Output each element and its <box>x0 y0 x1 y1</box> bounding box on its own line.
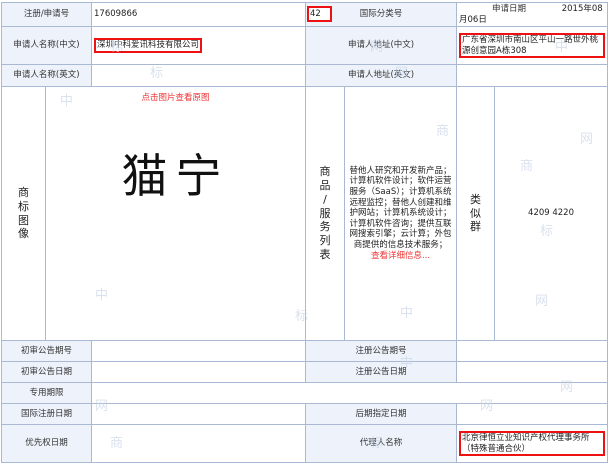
later-date-value <box>456 403 609 425</box>
trademark-detail-table: 注册/申请号 17609866 国际分类号 申请日期 2015年08月06日 申… <box>1 2 609 463</box>
mark-image-side-label: 商 标 图 像 <box>1 86 46 341</box>
exclusive-period-label: 专用期限 <box>1 382 92 404</box>
svc-side-char-5: 列 <box>319 234 331 248</box>
applicant-cn-value: 深圳中科爱讯科技有限公司 <box>94 38 203 53</box>
similar-group-value: 4209 4220 <box>494 86 609 341</box>
address-en-value <box>456 64 609 87</box>
priority-date-label: 优先权日期 <box>1 424 92 463</box>
similar-side-char-2: 群 <box>470 220 482 234</box>
view-details-link[interactable]: 查看详细信息... <box>347 251 454 262</box>
agent-value: 北京律恒立业知识产权代理事务所（特殊普通合伙） <box>459 430 606 457</box>
app-date-row: 申请日期 2015年08月06日 <box>456 2 609 27</box>
mark-image-cell[interactable]: 点击图片查看原图 猫宁 <box>45 86 306 341</box>
reg-pub-no-value <box>456 340 609 362</box>
prelim-no-label: 初审公告期号 <box>1 340 92 362</box>
intl-class-label-text: 国际分类号 <box>359 9 403 20</box>
intl-reg-date-value <box>91 403 306 425</box>
later-date-label: 后期指定日期 <box>304 403 458 425</box>
prelim-date-value <box>91 361 306 383</box>
services-list-cell: 替他人研究和开发新产品；计算机软件设计；软件运营服务（SaaS）；计算机系统远程… <box>343 86 458 341</box>
services-side-label: 商 品 / 服 务 列 表 <box>305 86 345 341</box>
reg-pub-date-label: 注册公告日期 <box>304 361 458 383</box>
services-list-text: 替他人研究和开发新产品；计算机软件设计；软件运营服务（SaaS）；计算机系统远程… <box>349 165 452 251</box>
reg-pub-date-value <box>456 361 609 383</box>
reg-no-label: 注册/申请号 <box>1 2 92 27</box>
svc-side-char-6: 表 <box>319 247 331 261</box>
applicant-cn-label: 申请人名称(中文) <box>1 26 92 65</box>
reg-no-value: 17609866 <box>91 2 306 27</box>
svc-side-char-1: 品 <box>319 179 331 193</box>
reg-pub-no-label: 注册公告期号 <box>304 340 458 362</box>
address-en-label: 申请人地址(英文) <box>304 64 458 87</box>
address-cn-value: 广东省深圳市南山区平山一路世外桃源创意园A栋308 <box>459 32 606 59</box>
similar-side-char-1: 似 <box>470 206 482 220</box>
svc-side-char-3: 服 <box>319 206 331 220</box>
exclusive-period-value <box>90 382 609 404</box>
agent-label: 代理人名称 <box>304 424 458 463</box>
similar-group-side-label: 类 似 群 <box>456 86 496 341</box>
trademark-image-text[interactable]: 猫宁 <box>48 148 303 206</box>
applicant-en-value <box>91 64 306 87</box>
intl-class-value: 42 <box>307 6 332 22</box>
mark-side-char-1: 标 <box>18 199 29 213</box>
priority-date-value <box>91 424 306 463</box>
mark-side-char-0: 商 <box>18 186 29 199</box>
address-cn-label: 申请人地址(中文) <box>304 26 458 65</box>
view-original-image-link[interactable]: 点击图片查看原图 <box>48 93 303 104</box>
svc-side-char-2: / <box>323 192 327 206</box>
svc-side-char-0: 商 <box>319 165 331 179</box>
mark-side-char-2: 图 <box>18 213 29 227</box>
intl-reg-date-label: 国际注册日期 <box>1 403 92 425</box>
mark-side-char-3: 像 <box>18 227 29 241</box>
agent-cell: 北京律恒立业知识产权代理事务所（特殊普通合伙） <box>456 424 609 463</box>
prelim-no-value <box>91 340 306 362</box>
address-cn-cell: 广东省深圳市南山区平山一路世外桃源创意园A栋308 <box>456 26 609 65</box>
similar-side-char-0: 类 <box>470 192 482 206</box>
prelim-date-label: 初审公告日期 <box>1 361 92 383</box>
svc-side-char-4: 务 <box>319 220 331 234</box>
app-date-label: 申请日期 <box>492 3 527 14</box>
applicant-cn-cell: 深圳中科爱讯科技有限公司 <box>91 26 306 65</box>
applicant-en-label: 申请人名称(英文) <box>1 64 92 87</box>
